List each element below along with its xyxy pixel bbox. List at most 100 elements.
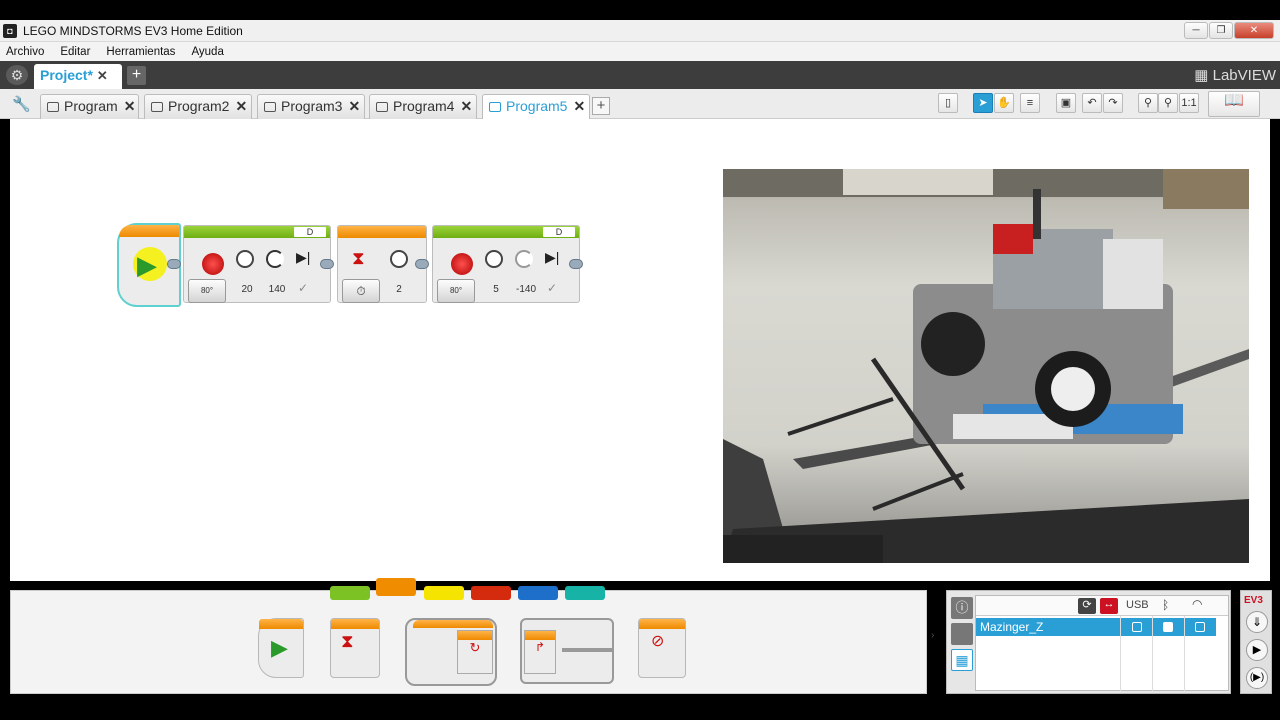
brick-info-icon[interactable]: ⓘ [951,597,973,619]
motor-mode-selector[interactable]: 80° [437,279,475,303]
brake-check-icon[interactable]: ✓ [298,281,308,295]
tab-program3[interactable]: Program3 ✕ [257,94,365,119]
close-tab-icon[interactable]: ✕ [235,98,247,114]
sequence-connector [167,259,181,269]
motor-icon [451,253,473,275]
zoom-reset-icon[interactable]: 1:1 [1179,93,1199,113]
program-icon [151,102,163,112]
close-tab-icon[interactable]: ✕ [348,98,360,114]
labview-logo: ▦ LabVIEW [1194,67,1276,84]
menu-archivo[interactable]: Archivo [6,46,44,58]
motor-port-label[interactable]: D [543,227,575,237]
program-icon [489,102,501,112]
close-window-button[interactable]: ✕ [1234,22,1274,39]
download-icon[interactable]: ⇓ [1246,611,1268,633]
degrees-icon [515,250,533,268]
brake-icon: ▶| [545,249,560,265]
medium-motor-block-2[interactable]: D ▶| 80° 5 -140 ✓ [432,225,580,303]
power-icon [236,250,254,268]
zoom-out-icon[interactable]: ⚲ [1138,93,1158,113]
play-icon: ▶ [271,635,288,660]
program-icon [264,102,276,112]
tab-program[interactable]: Program ✕ [40,94,139,119]
motor-mode-selector[interactable]: 80° [188,279,226,303]
port-view-icon[interactable] [951,623,973,645]
refresh-icon[interactable]: ⟳ [1078,598,1096,614]
palette-tab-action[interactable] [330,586,370,600]
brick-name: Mazinger_Z [980,620,1044,634]
hourglass-icon: ⧗ [341,631,354,651]
wait-block-header [338,226,426,238]
undo-icon[interactable]: ↶ [1082,93,1102,113]
bluetooth-status-box [1163,622,1173,632]
tab-label: Program2 [168,98,230,114]
seconds-value[interactable]: 2 [388,284,410,295]
select-pointer-icon[interactable]: ➤ [973,93,993,113]
run-selected-icon[interactable]: (▶) [1246,667,1268,689]
palette-tab-advanced[interactable] [518,586,558,600]
palette-tab-sensor[interactable] [424,586,464,600]
add-program-button[interactable]: + [592,97,610,115]
palette-wait-block[interactable]: ⧗ [330,618,380,678]
disconnect-icon[interactable]: ↔ [1100,598,1118,614]
palette-switch-block[interactable]: ↱ [520,618,614,684]
palette-tab-my-blocks[interactable] [565,586,605,600]
comment-icon[interactable]: ≡ [1020,93,1040,113]
menu-editar[interactable]: Editar [60,46,90,58]
menu-ayuda[interactable]: Ayuda [191,46,223,58]
power-value[interactable]: 20 [236,284,258,295]
bricks-header: ⟳ ↔ USB ᛒ ◠ [976,596,1228,616]
bluetooth-icon: ᛒ [1162,598,1170,612]
close-tab-icon[interactable]: ✕ [573,98,585,114]
add-project-button[interactable]: + [127,66,146,85]
brake-check-icon[interactable]: ✓ [547,281,557,295]
close-project-icon[interactable]: ✕ [97,68,108,83]
palette-tab-flow-control[interactable] [376,578,416,596]
power-value[interactable]: 5 [485,284,507,295]
palette-tab-data-operations[interactable] [471,586,511,600]
project-properties-wrench-icon[interactable]: 🔧 [12,95,34,115]
palette-block-header [259,619,303,629]
project-tab[interactable]: Project* ✕ [34,64,122,89]
pan-hand-icon[interactable]: ✋ [994,93,1014,113]
menu-herramientas[interactable]: Herramientas [106,46,175,58]
tab-program4[interactable]: Program4 ✕ [369,94,477,119]
close-tab-icon[interactable]: ✕ [124,98,136,114]
minimize-button[interactable]: ─ [1184,22,1208,39]
tab-program5[interactable]: Program5 ✕ [482,94,590,119]
labview-label: LabVIEW [1212,67,1276,84]
brick-row-selected[interactable]: Mazinger_Z [976,618,1216,636]
degrees-value[interactable]: 140 [264,284,290,295]
sequence-connector [415,259,429,269]
collapse-hardware-arrow-icon[interactable]: › [931,630,941,650]
download-and-run-icon[interactable]: ▶ [1246,639,1268,661]
save-icon[interactable]: ▣ [1056,93,1076,113]
palette-loop-interrupt-block[interactable]: ⊘ [638,618,686,678]
degrees-value[interactable]: -140 [511,284,541,295]
tab-label: Program [64,98,118,114]
wait-block[interactable]: ⧗ ⏱ 2 [337,225,427,303]
tab-program2[interactable]: Program2 ✕ [144,94,252,119]
maximize-button[interactable]: ❐ [1209,22,1233,39]
loop-interrupt-icon: ⊘ [651,633,665,650]
available-bricks-icon[interactable]: ▦ [951,649,973,671]
lobby-book-icon[interactable]: 📖 [1208,91,1260,117]
wait-mode-selector[interactable]: ⏱ [342,279,380,303]
content-editor-icon[interactable]: ▯ [938,93,958,113]
medium-motor-block-1[interactable]: D ▶| 80° 20 140 ✓ [183,225,331,303]
power-icon [485,250,503,268]
lobby-home-icon[interactable]: ⚙ [6,65,28,85]
usb-status-box [1132,622,1142,632]
sequence-connector [320,259,334,269]
zoom-in-icon[interactable]: ⚲ [1158,93,1178,113]
redo-icon[interactable]: ↷ [1103,93,1123,113]
motor-port-label[interactable]: D [294,227,326,237]
close-tab-icon[interactable]: ✕ [460,98,472,114]
loop-icon: ↻ [457,630,493,674]
app-icon: ◘ [3,23,17,38]
hourglass-icon: ⧗ [352,248,365,268]
palette-block-header [331,619,379,629]
palette-loop-block[interactable]: ↻ [405,618,497,686]
palette-start-block[interactable]: ▶ [258,618,304,678]
switch-icon: ↱ [524,630,556,674]
